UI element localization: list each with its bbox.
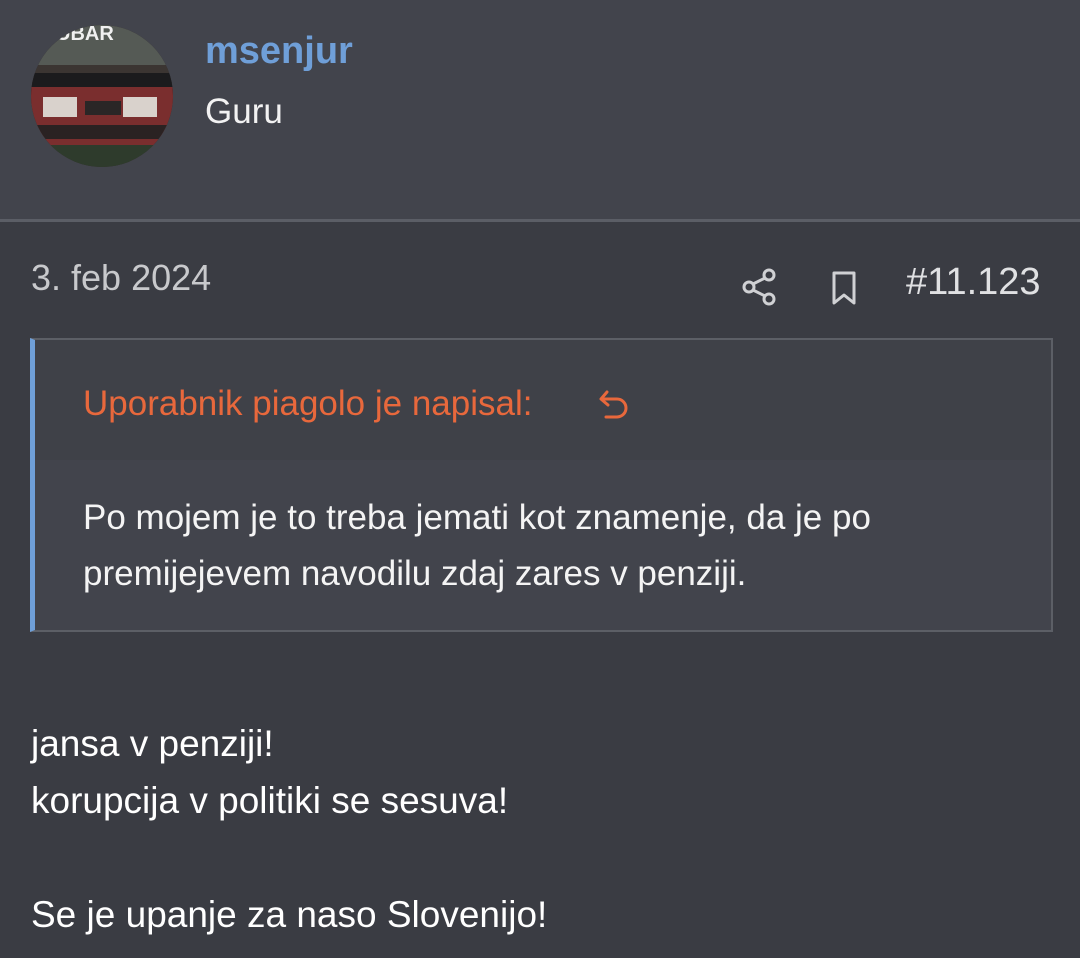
quote-header: Uporabnik piagolo je napisal: (35, 340, 1051, 460)
avatar[interactable]: UBAR (31, 25, 173, 167)
quote-jump-button[interactable] (597, 386, 635, 424)
user-title: Guru (205, 92, 283, 131)
post-line: jansa v penziji! (31, 723, 274, 764)
bookmark-icon (832, 271, 856, 305)
avatar-logo-text: UBAR (56, 25, 114, 45)
user-header: UBAR msenjur Guru (0, 0, 1080, 222)
quote-block: Uporabnik piagolo je napisal: Po mojem j… (30, 338, 1053, 632)
post-line: korupcija v politiki se sesuva! (31, 780, 509, 821)
post-line: Se je upanje za naso Slovenijo! (31, 894, 548, 935)
post-meta: 3. feb 2024 #11.123 (0, 245, 1080, 315)
share-icon (742, 268, 776, 306)
avatar-image: UBAR (31, 25, 173, 167)
share-button[interactable] (740, 263, 780, 307)
bookmark-button[interactable] (826, 265, 862, 309)
username-link[interactable]: msenjur (205, 30, 353, 73)
post-date[interactable]: 3. feb 2024 (31, 257, 211, 299)
quote-author-link[interactable]: Uporabnik piagolo je napisal: (83, 384, 532, 424)
post-number-link[interactable]: #11.123 (906, 261, 1041, 304)
reply-arrow-icon (599, 390, 628, 419)
post-body: jansa v penziji! korupcija v politiki se… (31, 715, 1051, 943)
quote-line: Po mojem je to treba jemati kot znamenje… (83, 498, 871, 537)
quote-body: Po mojem je to treba jemati kot znamenje… (83, 490, 1013, 602)
quote-line: premijejevem navodilu zdaj zares v penzi… (83, 554, 747, 593)
